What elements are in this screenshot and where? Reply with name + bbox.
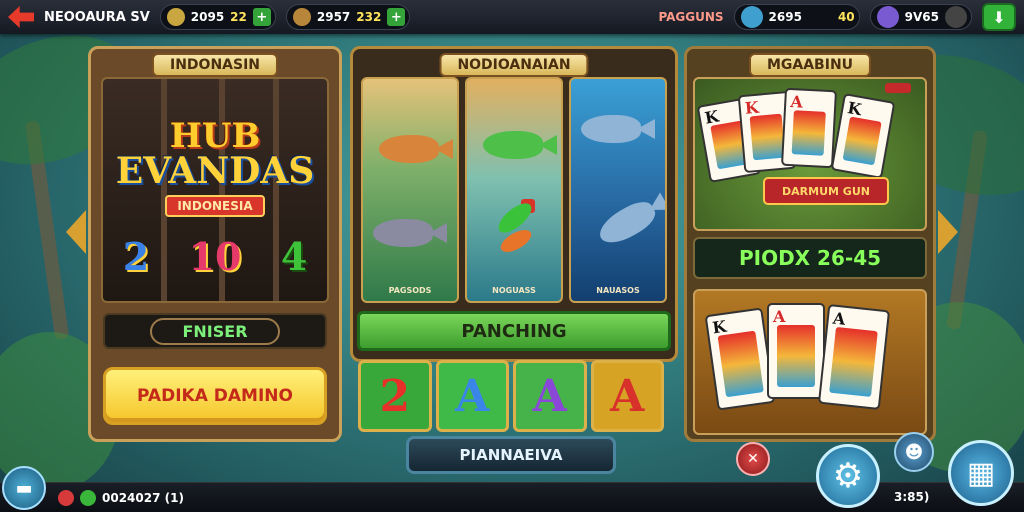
reel-symbol-1: 2 (122, 234, 150, 279)
playing-card: K (830, 93, 896, 179)
ticket-icon (292, 8, 311, 26)
fish-icon (581, 115, 641, 143)
column-caption-3: NAUASOS (596, 286, 640, 295)
fishing-play-button[interactable]: PANCHING (357, 311, 671, 351)
play-slot-button[interactable]: PADIKA DAMINO (103, 367, 327, 425)
calendar-icon: ▦ (966, 455, 996, 491)
bottom-center-button[interactable]: PIANNAEIVA (406, 436, 616, 474)
avatar-icon (876, 6, 899, 28)
logo-line-2: EVANDAS (115, 150, 315, 192)
prev-arrow-button[interactable] (66, 210, 86, 254)
fish-icon (483, 131, 543, 159)
logo-banner: INDONESIA (165, 194, 265, 217)
logo-line-1: HUB (169, 116, 261, 156)
bottom-info: 0024027 (1) (102, 490, 184, 505)
gear-icon: ⚙ (832, 456, 864, 496)
add-coins-button[interactable]: + (252, 8, 271, 26)
fish-icon (594, 195, 660, 251)
fish-icon (379, 135, 439, 163)
cards-game-card[interactable]: MGAABINU K K A K DARMUM GUN PIODX 26-45 … (684, 46, 936, 442)
top-bar: NEOOAURA SV 2095 22 + 2957 232 + PAGGUNS… (0, 0, 1024, 34)
bottom-right-value: 3:85) (894, 490, 930, 504)
slot-status-box: FNISER (103, 313, 327, 349)
character-icon: ☻ (904, 441, 924, 463)
slot-game-card[interactable]: INDONASIN HUB EVANDAS INDONESIA 2 10 4 F… (88, 46, 342, 442)
slot-status-label: FNISER (150, 317, 280, 345)
coins-counter: 2095 22 + (159, 4, 276, 30)
tile-4[interactable]: A (590, 360, 664, 432)
slot-screen: HUB EVANDAS INDONESIA 2 10 4 (101, 77, 329, 303)
fishing-reels: PAGSODS NOGUASS NAUASOS (361, 77, 667, 303)
fish-column-1: PAGSODS (361, 77, 459, 303)
slot-reels: 2 10 4 (103, 234, 327, 279)
gems-counter: 2957 232 + (285, 4, 411, 30)
slot-panel-title: INDONASIN (151, 53, 279, 77)
profile-button[interactable]: ▬ (2, 466, 46, 510)
calendar-button[interactable]: ▦ (948, 440, 1014, 506)
profile-icon: ▬ (15, 477, 33, 499)
next-arrow-button[interactable] (938, 210, 958, 254)
coins-label: 2095 (190, 10, 225, 24)
playing-card: A (767, 303, 825, 399)
score-counter: 2695 40 (733, 4, 860, 30)
add-gems-button[interactable]: + (387, 8, 406, 26)
pin-icon: ⬇ (992, 7, 1006, 27)
cards-preview: K K A K DARMUM GUN (693, 77, 927, 231)
fishing-game-card[interactable]: NODIOANAIAN PAGSODS NOGUASS NAUASOS PANC… (350, 46, 678, 362)
red-status-icon (58, 489, 74, 506)
settings-small-icon[interactable] (945, 6, 967, 28)
fish-icon (373, 219, 433, 247)
menu-button[interactable]: ⬇ (982, 3, 1016, 31)
column-caption-1: PAGSODS (388, 286, 432, 295)
coins-value: 22 (230, 10, 247, 24)
tile-1[interactable]: 2 (358, 360, 432, 432)
score-label: 2695 (768, 10, 802, 24)
fishing-panel-title: NODIOANAIAN (439, 53, 589, 77)
settings-button[interactable]: ⚙ (816, 444, 880, 508)
fish-column-3: NAUASOS (569, 77, 667, 303)
cards-ribbon: DARMUM GUN (763, 177, 889, 205)
playing-card: K (704, 307, 776, 411)
tile-3[interactable]: A (513, 360, 587, 432)
globe-icon (740, 6, 763, 28)
lure-icon (489, 198, 539, 259)
playing-card: A (780, 87, 838, 169)
coin-icon (166, 8, 185, 26)
fish-column-2: NOGUASS (465, 77, 563, 303)
column-caption-2: NOGUASS (492, 286, 536, 295)
tile-2[interactable]: A (435, 360, 509, 432)
game-logo: HUB EVANDAS INDONESIA (103, 119, 327, 217)
back-arrow-icon[interactable] (8, 6, 34, 28)
symbol-tiles: 2 A A A (358, 360, 664, 432)
close-icon: ✕ (747, 451, 759, 467)
gems-value: 232 (356, 10, 382, 24)
reel-symbol-3: 4 (280, 234, 308, 279)
score-value: 40 (837, 10, 855, 24)
level-label: 9V65 (904, 10, 939, 24)
close-button[interactable]: ✕ (736, 442, 770, 476)
reel-symbol-2: 10 (188, 234, 242, 279)
gems-label: 2957 (316, 10, 351, 24)
character-button[interactable]: ☻ (894, 432, 934, 472)
playing-card: A (817, 304, 891, 410)
cards-hand: K A A (693, 289, 927, 435)
game-title: NEOOAURA SV (44, 9, 150, 25)
green-status-icon (80, 489, 96, 506)
pages-label: PAGGUNS (658, 10, 724, 24)
level-counter: 9V65 (869, 4, 972, 30)
cards-score: PIODX 26-45 (693, 237, 927, 279)
cards-panel-title: MGAABINU (748, 53, 872, 77)
